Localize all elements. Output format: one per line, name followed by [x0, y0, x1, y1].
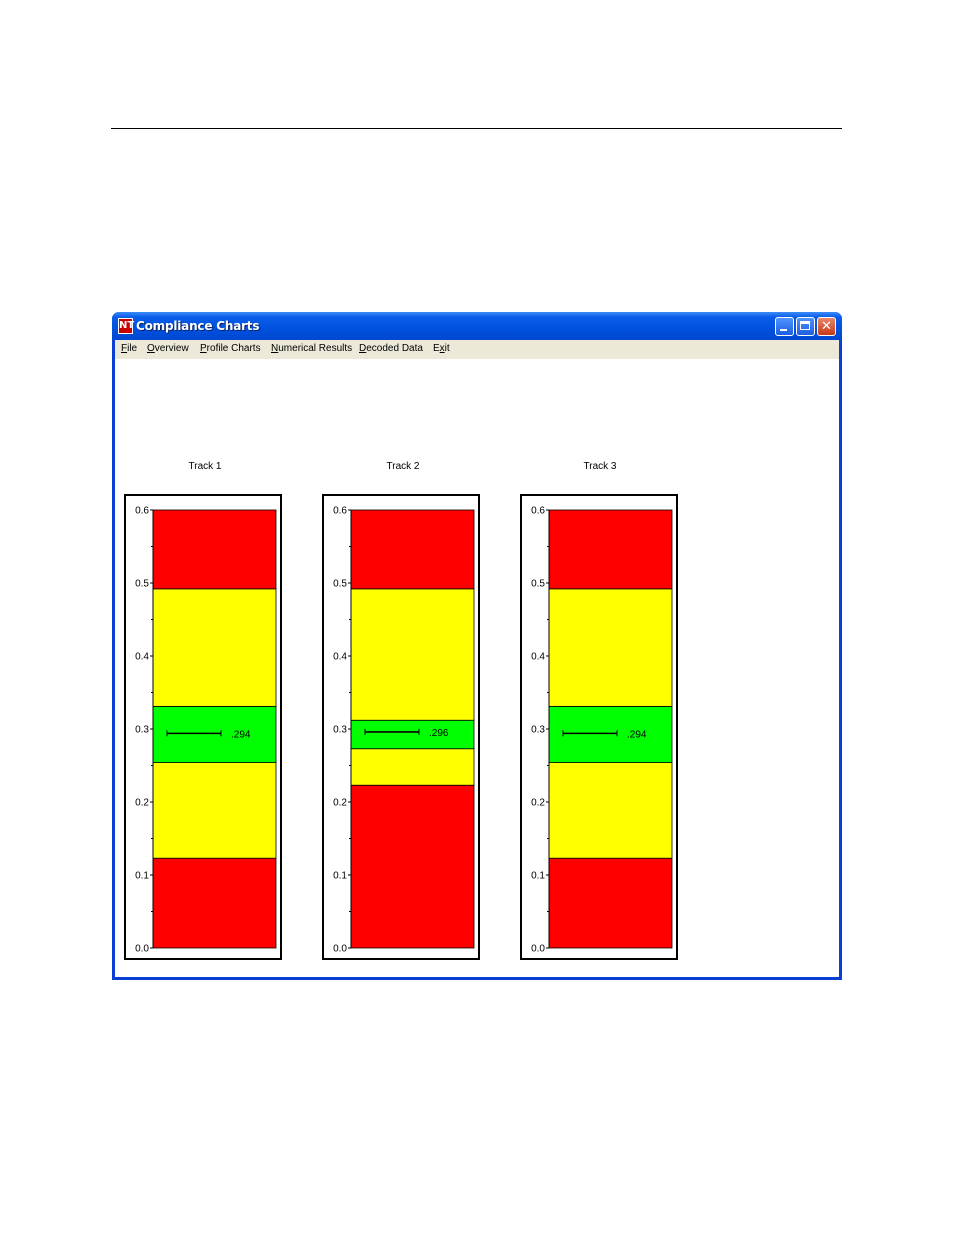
close-icon: ✕ — [821, 319, 832, 334]
y-tick-label-2: 0.2 — [135, 798, 149, 809]
menu-profile-charts[interactable]: Profile Charts — [200, 343, 261, 354]
track-2-compliance-bar: 0.0 0.1 0.2 0.3 0.4 0.5 0.6 .296 — [333, 506, 475, 955]
y-tick-label-3: 0.3 — [333, 725, 347, 736]
menu-exit[interactable]: Exit — [433, 343, 450, 354]
band-yellow-3 — [350, 588, 475, 721]
band-green-2 — [548, 705, 673, 763]
y-tick-label-0: 0.0 — [135, 944, 149, 955]
close-button[interactable]: ✕ — [817, 317, 836, 336]
y-tick-label-1: 0.1 — [135, 871, 149, 882]
y-tick-label-3: 0.3 — [531, 725, 545, 736]
track-1-compliance-bar: 0.0 0.1 0.2 0.3 0.4 0.5 0.6 .294 — [135, 506, 277, 955]
y-tick-label-1: 0.1 — [333, 871, 347, 882]
compliance-charts-window: NT Compliance Charts ✕ File Overview Pro… — [112, 312, 842, 980]
maximize-button[interactable] — [796, 317, 815, 336]
band-yellow-3 — [548, 588, 673, 707]
window-title: Compliance Charts — [136, 319, 260, 333]
band-red-0 — [548, 857, 673, 949]
measurement-label: .294 — [231, 729, 251, 740]
band-red-4 — [548, 509, 673, 590]
band-green-2 — [152, 705, 277, 763]
track-1-title: Track 1 — [188, 461, 222, 472]
band-red-0 — [350, 784, 475, 949]
y-tick-label-6: 0.6 — [333, 506, 347, 517]
y-tick-label-1: 0.1 — [531, 871, 545, 882]
y-tick-label-2: 0.2 — [531, 798, 545, 809]
menu-numerical-results[interactable]: Numerical Results — [271, 343, 352, 354]
minimize-button[interactable] — [775, 317, 794, 336]
band-green-2 — [350, 719, 475, 750]
band-yellow-1 — [350, 748, 475, 786]
y-tick-label-5: 0.5 — [333, 579, 347, 590]
band-yellow-1 — [152, 762, 277, 859]
band-red-4 — [152, 509, 277, 590]
y-tick-label-0: 0.0 — [333, 944, 347, 955]
y-tick-label-5: 0.5 — [135, 579, 149, 590]
track-3-compliance-bar: 0.0 0.1 0.2 0.3 0.4 0.5 0.6 .294 — [531, 506, 673, 955]
track-2-chart: 0.0 0.1 0.2 0.3 0.4 0.5 0.6 .296 — [322, 494, 480, 960]
y-tick-label-6: 0.6 — [531, 506, 545, 517]
y-tick-label-6: 0.6 — [135, 506, 149, 517]
y-tick-label-4: 0.4 — [333, 652, 347, 663]
maximize-icon — [800, 321, 810, 330]
measurement-label: .296 — [429, 728, 449, 739]
nt-app-icon[interactable]: NT — [118, 318, 134, 334]
measurement-label: .294 — [627, 729, 647, 740]
title-bar[interactable]: NT Compliance Charts ✕ — [112, 312, 842, 340]
chart-area: Track 1 Track 2 Track 3 0.0 0.1 0.2 0.3 0.4 0… — [115, 359, 839, 977]
band-yellow-3 — [152, 588, 277, 707]
menu-decoded-data[interactable]: Decoded Data — [359, 343, 423, 354]
track-2-title: Track 2 — [386, 461, 420, 472]
track-3-chart: 0.0 0.1 0.2 0.3 0.4 0.5 0.6 .294 — [520, 494, 678, 960]
y-tick-label-2: 0.2 — [333, 798, 347, 809]
y-tick-label-4: 0.4 — [531, 652, 545, 663]
menu-overview[interactable]: Overview — [147, 343, 189, 354]
y-tick-label-5: 0.5 — [531, 579, 545, 590]
y-tick-label-4: 0.4 — [135, 652, 149, 663]
menu-bar: File Overview Profile Charts Numerical R… — [115, 340, 839, 359]
band-red-0 — [152, 857, 277, 949]
y-tick-label-0: 0.0 — [531, 944, 545, 955]
minimize-icon — [780, 329, 787, 331]
band-red-4 — [350, 509, 475, 590]
y-tick-label-3: 0.3 — [135, 725, 149, 736]
band-yellow-1 — [548, 762, 673, 859]
page-header-rule — [111, 128, 842, 129]
track-1-chart: 0.0 0.1 0.2 0.3 0.4 0.5 0.6 .294 — [124, 494, 282, 960]
track-3-title: Track 3 — [583, 461, 617, 472]
menu-file[interactable]: File — [121, 343, 137, 354]
